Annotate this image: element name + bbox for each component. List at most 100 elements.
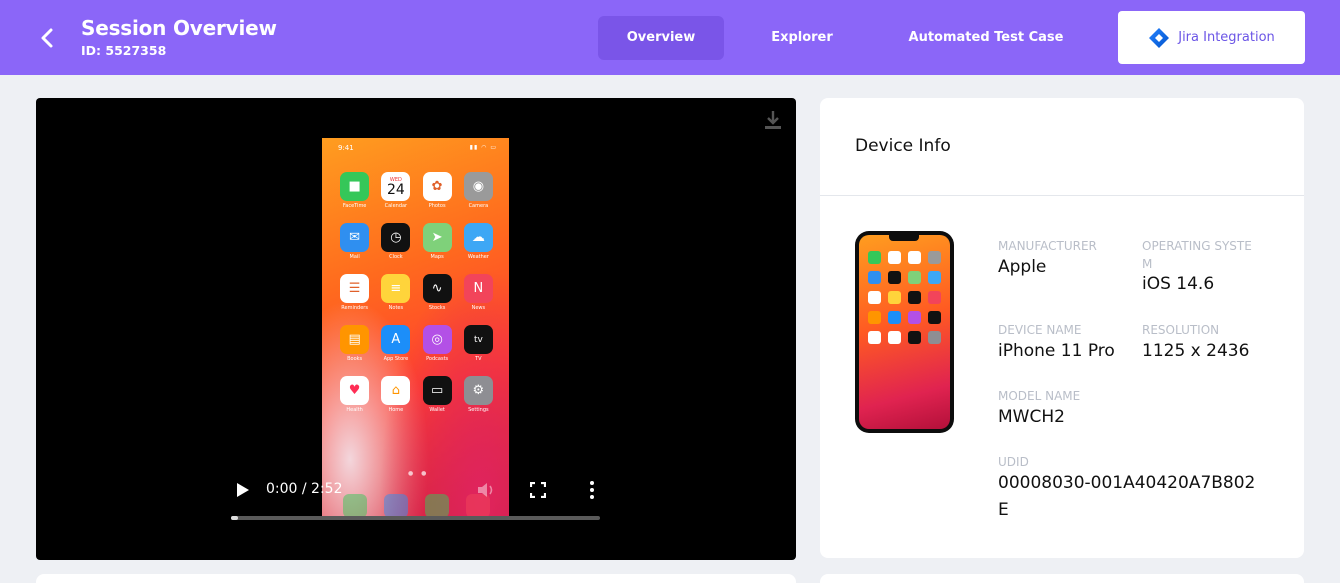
phone-app-photos: ✿ Photos xyxy=(417,172,458,209)
phone-app-health: ♥ Health xyxy=(334,376,375,413)
app-label: Camera xyxy=(468,203,489,209)
phone-app-home: ⌂ Home xyxy=(375,376,416,413)
device-info-title: Device Info xyxy=(855,136,951,156)
phone-status-icons: ▮▮ ◠ ▭ xyxy=(469,144,497,151)
session-id: ID: 5527358 xyxy=(81,43,167,58)
phone-app-weather: ☁ Weather xyxy=(458,223,499,260)
phone-app-camera: ◉ Camera xyxy=(458,172,499,209)
app-label: Photos xyxy=(428,203,446,209)
app-label: Books xyxy=(347,356,363,362)
app-label: Settings xyxy=(468,407,489,413)
app-icon: ⚙ xyxy=(463,376,493,405)
manufacturer-value: Apple xyxy=(998,257,1047,277)
app-icon: ∿ xyxy=(422,274,452,303)
app-label: Clock xyxy=(389,254,403,260)
phone-app-stocks: ∿ Stocks xyxy=(417,274,458,311)
app-icon: ✉ xyxy=(340,223,370,252)
phone-app-books: ▤ Books xyxy=(334,325,375,362)
device-info-card: Device Info MANUFACTURER Apple OPERATING… xyxy=(820,98,1304,558)
app-label: Notes xyxy=(388,305,404,311)
top-header: Session Overview ID: 5527358 Overview Ex… xyxy=(0,0,1340,75)
session-video-player[interactable]: 9:41 ▮▮ ◠ ▭ ■ FaceTime WED 24 Calendar ✿ Photo… xyxy=(36,98,796,560)
volume-icon[interactable] xyxy=(476,480,496,500)
phone-app-facetime: ■ FaceTime xyxy=(334,172,375,209)
video-progress-fill xyxy=(231,516,239,520)
app-icon: ■ xyxy=(340,172,370,201)
phone-app-mail: ✉ Mail xyxy=(334,223,375,260)
phone-app-wallet: ▭ Wallet xyxy=(417,376,458,413)
model-name-value: MWCH2 xyxy=(998,407,1065,427)
device-image xyxy=(855,231,954,433)
model-name-label: MODEL NAME xyxy=(998,389,1081,403)
phone-app-podcasts: ◎ Podcasts xyxy=(417,325,458,362)
device-name-value: iPhone 11 Pro xyxy=(998,341,1115,361)
tab-explorer[interactable]: Explorer xyxy=(742,16,862,60)
app-icon: ▭ xyxy=(422,376,452,405)
app-icon: A xyxy=(381,325,411,354)
app-icon: ◷ xyxy=(381,223,411,252)
app-icon: ✿ xyxy=(422,172,452,201)
app-label: Wallet xyxy=(429,407,445,413)
resolution-label: RESOLUTION xyxy=(1142,323,1220,337)
tab-overview[interactable]: Overview xyxy=(598,16,724,60)
udid-label: UDID xyxy=(998,455,1029,469)
more-options-icon[interactable] xyxy=(586,480,598,500)
video-progress-bar[interactable] xyxy=(231,516,600,520)
app-icon: ☰ xyxy=(340,274,370,303)
app-label: Maps xyxy=(430,254,444,260)
app-label: Calendar xyxy=(384,203,408,209)
phone-app-tv: tv TV xyxy=(458,325,499,362)
device-screen-recording: 9:41 ▮▮ ◠ ▭ ■ FaceTime WED 24 Calendar ✿ Photo… xyxy=(322,138,509,516)
tab-automated-test-case[interactable]: Automated Test Case xyxy=(890,16,1082,60)
lower-panel-left xyxy=(36,574,796,583)
jira-label: Jira Integration xyxy=(1178,30,1275,45)
phone-app-notes: ≡ Notes xyxy=(375,274,416,311)
app-label: Podcasts xyxy=(426,356,449,362)
app-icon: ≡ xyxy=(381,274,411,303)
app-icon: ◉ xyxy=(463,172,493,201)
back-arrow-icon[interactable] xyxy=(36,26,58,50)
udid-value: 00008030-001A40420A7B802E xyxy=(998,473,1256,520)
download-icon[interactable] xyxy=(764,110,782,130)
app-label: Mail xyxy=(349,254,360,260)
jira-integration-button[interactable]: Jira Integration xyxy=(1118,11,1305,64)
app-icon: tv xyxy=(463,325,493,354)
video-time: 0:00 / 2:52 xyxy=(266,481,343,497)
os-value: iOS 14.6 xyxy=(1142,274,1215,294)
phone-clock: 9:41 xyxy=(338,144,354,152)
app-label: News xyxy=(471,305,486,311)
lower-panel-right xyxy=(820,574,1304,583)
app-label: App Store xyxy=(383,356,409,362)
app-icon: ☁ xyxy=(463,223,493,252)
app-label: Weather xyxy=(467,254,489,260)
phone-app-maps: ➤ Maps xyxy=(417,223,458,260)
phone-app-clock: ◷ Clock xyxy=(375,223,416,260)
app-icon: ♥ xyxy=(340,376,370,405)
phone-app-app-store: A App Store xyxy=(375,325,416,362)
play-icon[interactable] xyxy=(236,482,250,498)
app-label: FaceTime xyxy=(342,203,367,209)
manufacturer-label: MANUFACTURER xyxy=(998,239,1097,253)
app-icon: WED 24 xyxy=(381,172,411,201)
app-grid: ■ FaceTime WED 24 Calendar ✿ Photos ◉ Camera ✉ Mai… xyxy=(334,172,499,413)
resolution-value: 1125 x 2436 xyxy=(1142,341,1250,361)
app-label: TV xyxy=(475,356,482,362)
app-icon: ➤ xyxy=(422,223,452,252)
fullscreen-icon[interactable] xyxy=(530,482,546,498)
app-label: Home xyxy=(388,407,404,413)
app-label: Health xyxy=(346,407,363,413)
phone-app-calendar: WED 24 Calendar xyxy=(375,172,416,209)
app-icon: ▤ xyxy=(340,325,370,354)
app-icon: ◎ xyxy=(422,325,452,354)
phone-app-settings: ⚙ Settings xyxy=(458,376,499,413)
app-label: Stocks xyxy=(428,305,446,311)
app-label: Reminders xyxy=(341,305,368,311)
app-icon: ⌂ xyxy=(381,376,411,405)
app-icon: N xyxy=(463,274,493,303)
page-title: Session Overview xyxy=(81,16,277,40)
video-controls: 0:00 / 2:52 xyxy=(226,468,606,528)
jira-icon xyxy=(1149,27,1170,48)
device-name-label: DEVICE NAME xyxy=(998,323,1082,337)
phone-app-reminders: ☰ Reminders xyxy=(334,274,375,311)
os-label: OPERATING SYSTE M xyxy=(1142,239,1252,271)
